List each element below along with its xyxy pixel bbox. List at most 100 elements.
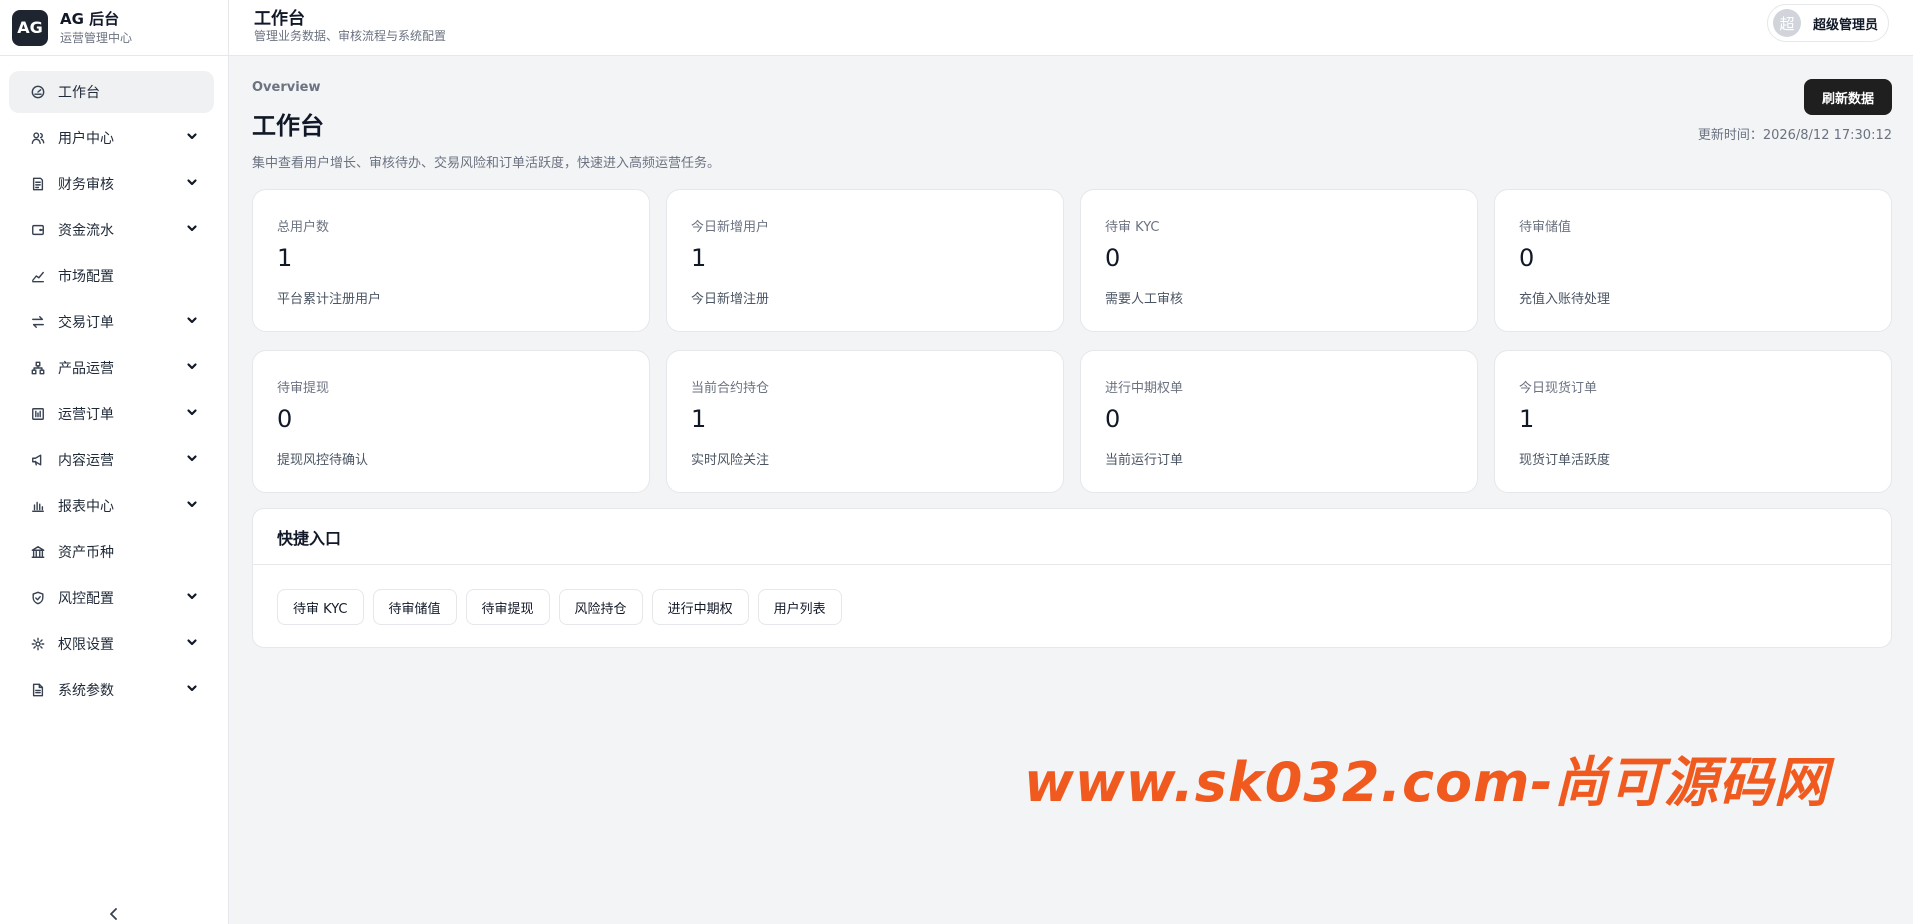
stat-card-value: 1 <box>1519 405 1535 433</box>
sidebar-item-label: 用户中心 <box>58 131 114 147</box>
brand-text: AG 后台 运营管理中心 <box>60 10 132 46</box>
chevron-down-icon[interactable] <box>186 222 198 238</box>
user-menu[interactable]: 超 超级管理员 <box>1766 4 1889 42</box>
stat-card-note: 平台累计注册用户 <box>277 292 382 307</box>
stat-card-label: 待审 KYC <box>1105 220 1160 235</box>
sidebar-item-13[interactable]: 系统参数 <box>9 669 214 711</box>
page-title: 工作台 <box>252 112 324 140</box>
sidebar-item-7[interactable]: 运营订单 <box>9 393 214 435</box>
sidebar-item-label: 市场配置 <box>58 269 114 285</box>
stat-card-label: 今日现货订单 <box>1519 381 1598 396</box>
stat-card: 今日新增用户 1 今日新增注册 <box>666 189 1064 332</box>
sidebar: AG AG 后台 运营管理中心 工作台用户中心财务审核资金流水市场配置交易订单产… <box>0 0 229 924</box>
bank-icon <box>30 544 46 560</box>
quick-entry-button[interactable]: 待审 KYC <box>277 589 364 625</box>
sidebar-item-12[interactable]: 权限设置 <box>9 623 214 665</box>
stat-cards: 总用户数 1 平台累计注册用户 今日新增用户 1 今日新增注册 待审 KYC 0 需要人工审核待… <box>252 189 1892 493</box>
chevron-down-icon[interactable] <box>186 314 198 330</box>
stat-card: 待审 KYC 0 需要人工审核 <box>1080 189 1478 332</box>
sidebar-nav: 工作台用户中心财务审核资金流水市场配置交易订单产品运营运营订单内容运营报表中心资… <box>0 56 228 711</box>
swap-icon <box>30 314 46 330</box>
sidebar-item-label: 内容运营 <box>58 453 114 469</box>
chevron-down-icon[interactable] <box>186 130 198 146</box>
sidebar-item-label: 资金流水 <box>58 223 114 239</box>
stat-card-value: 0 <box>277 405 293 433</box>
stat-card-value: 0 <box>1519 244 1535 272</box>
sidebar-item-10[interactable]: 资产币种 <box>9 531 214 573</box>
stat-card-note: 充值入账待处理 <box>1519 292 1611 307</box>
bar-chart-icon <box>30 498 46 514</box>
quick-entry-button[interactable]: 待审提现 <box>465 589 550 625</box>
sidebar-item-4[interactable]: 市场配置 <box>9 255 214 297</box>
sidebar-item-3[interactable]: 资金流水 <box>9 209 214 251</box>
sidebar-item-label: 工作台 <box>58 85 100 101</box>
collapse-sidebar-button[interactable] <box>104 904 124 924</box>
sidebar-item-11[interactable]: 风控配置 <box>9 577 214 619</box>
stat-card-label: 今日新增用户 <box>691 220 770 235</box>
stat-card-label: 总用户数 <box>277 220 330 235</box>
quick-entry-panel: 快捷入口 待审 KYC 待审储值 待审提现 风险持仓 进行中期权 用户列表 <box>252 508 1892 648</box>
stat-card-label: 当前合约持仓 <box>691 381 770 396</box>
stat-card-value: 0 <box>1105 405 1121 433</box>
stat-card-note: 需要人工审核 <box>1105 292 1184 307</box>
refresh-button[interactable]: 刷新数据 <box>1804 79 1892 115</box>
avatar: 超 <box>1772 9 1801 37</box>
stat-card-label: 进行中期权单 <box>1105 381 1184 396</box>
brand-subtitle: 运营管理中心 <box>60 30 133 45</box>
quick-entry-button[interactable]: 用户列表 <box>757 589 842 625</box>
sidebar-item-9[interactable]: 报表中心 <box>9 485 214 527</box>
chevron-down-icon[interactable] <box>186 406 198 422</box>
brand-logo: AG <box>12 9 48 46</box>
chevron-down-icon[interactable] <box>186 452 198 468</box>
header-subtitle: 管理业务数据、审核流程与系统配置 <box>254 29 447 43</box>
stat-card-value: 1 <box>277 244 293 272</box>
header-title: 工作台 <box>254 9 305 29</box>
chevron-down-icon[interactable] <box>186 682 198 698</box>
stat-card: 当前合约持仓 1 实时风险关注 <box>666 350 1064 493</box>
quick-entry-button[interactable]: 风险持仓 <box>558 589 643 625</box>
document-icon <box>30 682 46 698</box>
quick-entry-button[interactable]: 进行中期权 <box>651 589 749 625</box>
sidebar-item-label: 资产币种 <box>58 545 114 561</box>
stat-card-label: 待审提现 <box>277 381 330 396</box>
quick-entry-buttons: 待审 KYC 待审储值 待审提现 风险持仓 进行中期权 用户列表 <box>253 565 1891 649</box>
chevron-down-icon[interactable] <box>186 360 198 376</box>
shield-icon <box>30 590 46 606</box>
stat-card: 进行中期权单 0 当前运行订单 <box>1080 350 1478 493</box>
sidebar-item-label: 产品运营 <box>58 361 114 377</box>
brand-title: AG 后台 <box>60 9 120 28</box>
stat-card-note: 现货订单活跃度 <box>1519 453 1611 468</box>
updated-time: 更新时间：2026/8/12 17:30:12 <box>1697 128 1892 143</box>
brand: AG AG 后台 运营管理中心 <box>0 0 228 56</box>
sidebar-item-1[interactable]: 用户中心 <box>9 117 214 159</box>
line-chart-icon <box>30 268 46 284</box>
stat-card-value: 1 <box>691 405 707 433</box>
stat-card: 总用户数 1 平台累计注册用户 <box>252 189 650 332</box>
chevron-down-icon[interactable] <box>186 498 198 514</box>
sidebar-item-5[interactable]: 交易订单 <box>9 301 214 343</box>
wallet-icon <box>30 222 46 238</box>
sidebar-item-6[interactable]: 产品运营 <box>9 347 214 389</box>
watermark: www.sk032.com-尚可源码网 <box>1024 751 1829 814</box>
sidebar-item-2[interactable]: 财务审核 <box>9 163 214 205</box>
quick-entry-button[interactable]: 待审储值 <box>372 589 457 625</box>
chevron-down-icon[interactable] <box>186 176 198 192</box>
sidebar-item-label: 运营订单 <box>58 407 114 423</box>
sidebar-item-0[interactable]: 工作台 <box>9 71 214 113</box>
sidebar-item-8[interactable]: 内容运营 <box>9 439 214 481</box>
quick-entry-title: 快捷入口 <box>253 509 1891 565</box>
stat-card: 待审储值 0 充值入账待处理 <box>1494 189 1892 332</box>
chevron-down-icon[interactable] <box>186 590 198 606</box>
users-icon <box>30 130 46 146</box>
stat-card: 待审提现 0 提现风控待确认 <box>252 350 650 493</box>
megaphone-icon <box>30 452 46 468</box>
network-icon <box>30 360 46 376</box>
stat-card-note: 提现风控待确认 <box>277 453 369 468</box>
stat-card-note: 当前运行订单 <box>1105 453 1184 468</box>
stat-card-value: 1 <box>691 244 707 272</box>
user-name: 超级管理员 <box>1812 17 1878 33</box>
chevron-down-icon[interactable] <box>186 636 198 652</box>
stat-card-value: 0 <box>1105 244 1121 272</box>
sidebar-item-label: 报表中心 <box>58 499 114 515</box>
stat-card-note: 实时风险关注 <box>691 453 770 468</box>
